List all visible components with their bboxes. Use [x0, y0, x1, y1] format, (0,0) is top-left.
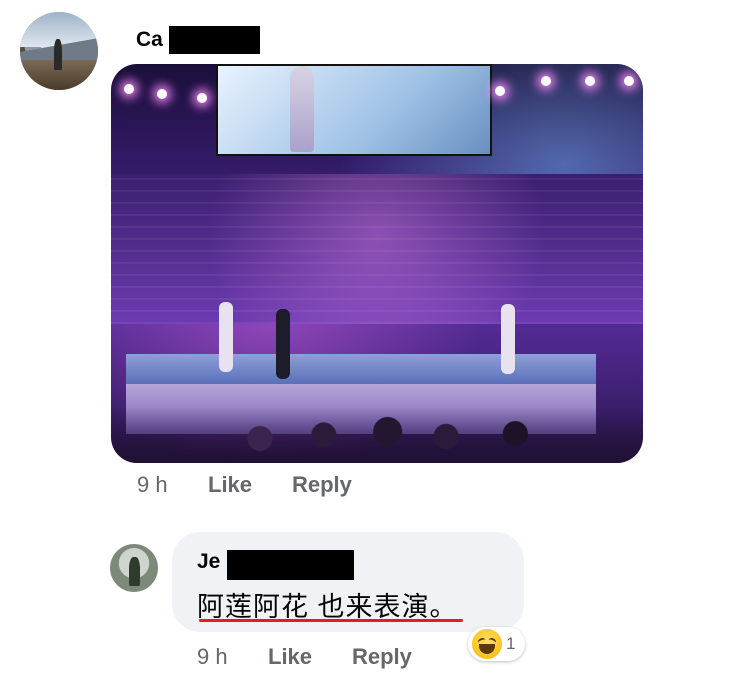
like-button[interactable]: Like	[208, 472, 252, 498]
comment-photo[interactable]	[111, 64, 643, 463]
arena-stands	[111, 174, 643, 324]
reply-like-button[interactable]: Like	[268, 644, 312, 670]
performer	[501, 304, 515, 374]
stage-video-screen	[216, 64, 492, 156]
stage-light	[495, 86, 505, 96]
reaction-count: 1	[506, 634, 516, 653]
stage-light	[624, 76, 634, 86]
reply-timestamp[interactable]: 9 h	[197, 644, 228, 670]
stage-light	[124, 84, 134, 94]
reply-reply-button[interactable]: Reply	[352, 644, 412, 670]
commenter-name[interactable]: Ca	[136, 28, 163, 52]
stage-light	[197, 93, 207, 103]
haha-emoji-icon	[472, 629, 502, 659]
performer	[219, 302, 233, 372]
comment-timestamp[interactable]: 9 h	[137, 472, 168, 498]
spellcheck-underline	[199, 619, 463, 622]
redaction-bar	[169, 26, 260, 54]
redaction-bar	[227, 550, 354, 580]
reaction-summary[interactable]: 1	[468, 627, 526, 661]
commenter-avatar[interactable]	[20, 12, 98, 90]
performer	[276, 309, 290, 379]
stage-light	[157, 89, 167, 99]
replier-name[interactable]: Je	[197, 550, 220, 574]
reply-button[interactable]: Reply	[292, 472, 352, 498]
audience	[111, 393, 643, 463]
stage-floor	[126, 354, 596, 384]
replier-avatar[interactable]	[110, 544, 158, 592]
stage-light	[585, 76, 595, 86]
stage-light	[541, 76, 551, 86]
